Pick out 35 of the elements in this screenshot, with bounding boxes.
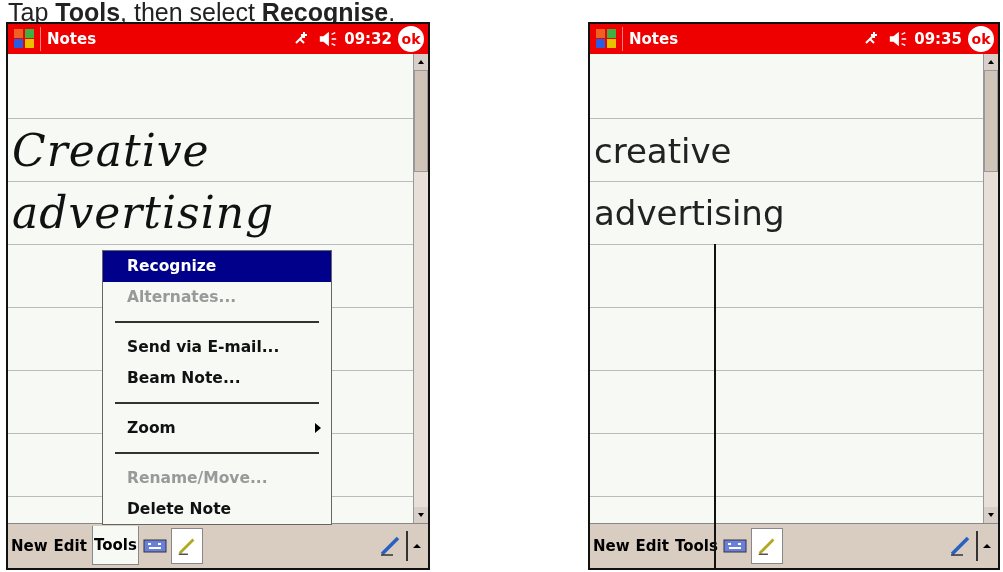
- menu-item[interactable]: Send via E-mail...: [103, 332, 331, 363]
- up-arrow-icon[interactable]: [982, 542, 992, 550]
- menu-item[interactable]: Recognize: [103, 251, 331, 282]
- keyboard-icon[interactable]: [142, 538, 167, 554]
- pen-icon[interactable]: [378, 534, 402, 558]
- up-arrow-icon[interactable]: [412, 542, 422, 550]
- note-line-text: advertising: [12, 186, 275, 240]
- speaker-icon[interactable]: [888, 29, 909, 49]
- ok-button[interactable]: ok: [968, 26, 994, 52]
- menu-bar-item[interactable]: Edit: [634, 527, 670, 565]
- submenu-arrow-icon: [315, 423, 321, 433]
- menu-bar-item[interactable]: Tools: [91, 525, 139, 565]
- menu-bar-item[interactable]: Edit: [52, 527, 88, 565]
- keyboard-icon[interactable]: [722, 538, 747, 554]
- clock-time[interactable]: 09:35: [914, 30, 962, 48]
- note-line-text: Creative: [12, 124, 211, 178]
- note-line-text: creative: [594, 130, 733, 173]
- app-title: Notes: [629, 30, 679, 48]
- scroll-bar[interactable]: [983, 54, 998, 523]
- pen-button[interactable]: [170, 528, 203, 564]
- menu-bar-item[interactable]: New: [592, 527, 631, 565]
- scroll-bar[interactable]: [413, 54, 428, 523]
- note-line-text: advertising: [594, 192, 785, 235]
- menu-item[interactable]: Zoom: [103, 413, 331, 444]
- menu-bar-item[interactable]: New: [10, 527, 49, 565]
- app-title: Notes: [47, 30, 97, 48]
- pen-icon[interactable]: [948, 534, 972, 558]
- menu-item[interactable]: Beam Note...: [103, 363, 331, 394]
- start-flag-icon[interactable]: [594, 27, 623, 51]
- ok-button[interactable]: ok: [398, 26, 424, 52]
- pen-button[interactable]: [750, 528, 783, 564]
- speaker-icon[interactable]: [318, 29, 339, 49]
- clock-time[interactable]: 09:32: [344, 30, 392, 48]
- start-flag-icon[interactable]: [12, 27, 41, 51]
- menu-item[interactable]: Delete Note: [103, 494, 331, 525]
